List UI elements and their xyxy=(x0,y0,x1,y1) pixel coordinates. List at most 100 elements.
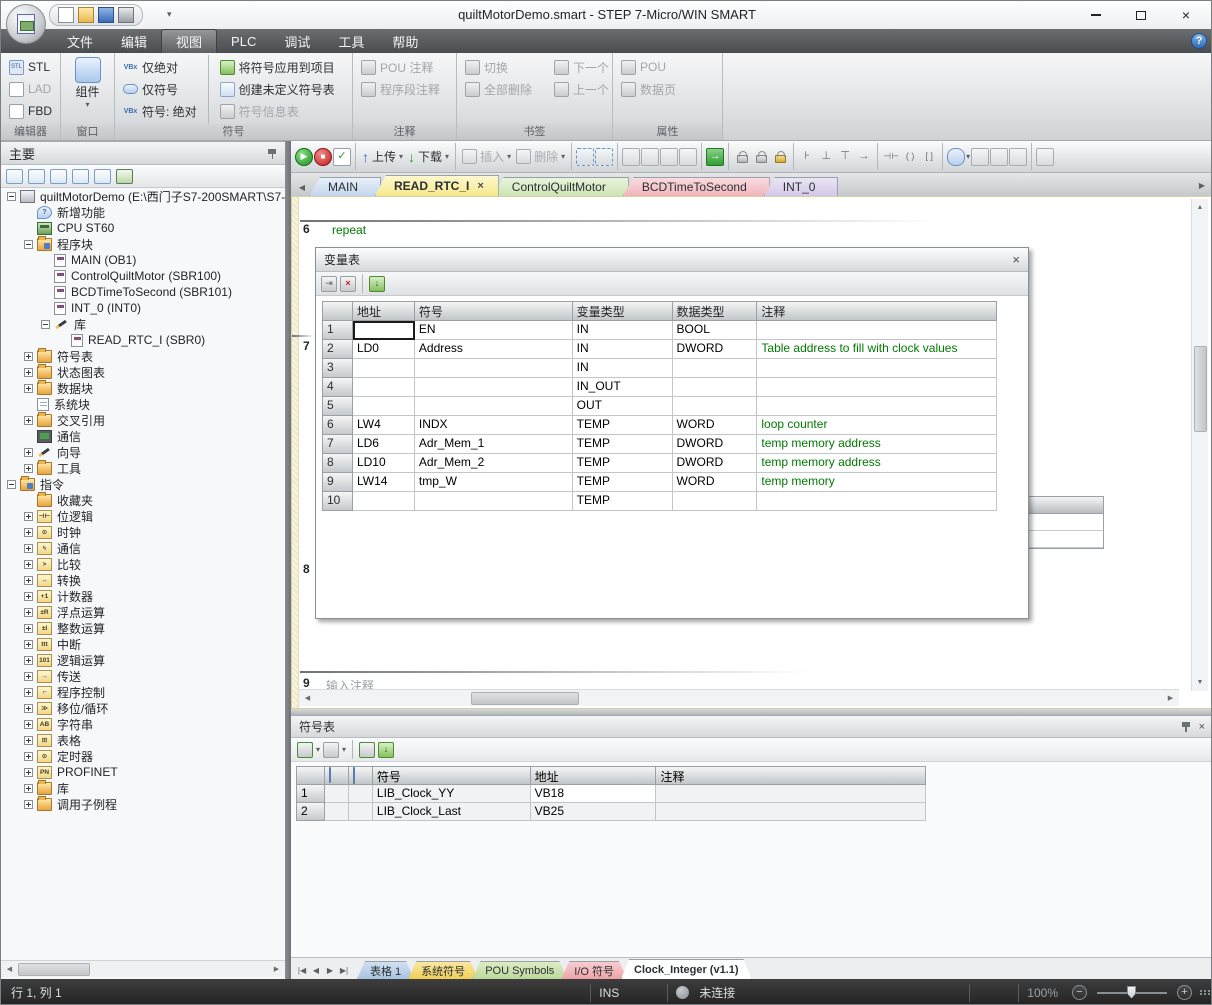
run-button[interactable]: ▶ xyxy=(295,148,313,166)
tree-expander-icon[interactable] xyxy=(24,352,33,361)
tab-close-icon[interactable]: × xyxy=(477,180,483,192)
tree-item[interactable]: BCDTimeToSecond (SBR101) xyxy=(1,284,285,300)
tree-expander-icon[interactable] xyxy=(24,608,33,617)
column-header-symbol[interactable]: 符号 xyxy=(415,302,573,321)
row-number[interactable]: 1 xyxy=(297,785,325,803)
tree-expander-icon[interactable] xyxy=(24,528,33,537)
tree-expander-icon[interactable] xyxy=(24,368,33,377)
symbol-info-table-button[interactable]: 符号信息表 xyxy=(216,100,339,122)
editor-tab[interactable]: BCDTimeToSecond xyxy=(623,177,770,196)
comment-cell[interactable] xyxy=(757,492,997,511)
address-cell[interactable]: LD6 xyxy=(353,435,415,454)
tree-item[interactable]: ⊞ 表格 xyxy=(1,732,285,748)
maximize-button[interactable] xyxy=(1126,7,1156,23)
editor-tab[interactable]: MAIN xyxy=(309,177,381,196)
tree-expander-icon[interactable] xyxy=(24,752,33,761)
tree-item[interactable]: ⊙ 时钟 xyxy=(1,524,285,540)
scroll-left-icon[interactable]: ◀ xyxy=(299,690,316,707)
tree-item[interactable]: ⌐ 程序控制 xyxy=(1,684,285,700)
dialog-close-icon[interactable]: × xyxy=(1012,252,1020,267)
tree-item[interactable]: ±R 浮点运算 xyxy=(1,604,285,620)
bookmark-next-button[interactable]: 下一个 xyxy=(550,56,613,78)
scrollbar-thumb[interactable] xyxy=(1194,346,1207,432)
tree-expander-icon[interactable] xyxy=(24,784,33,793)
clear-bookmarks-icon[interactable] xyxy=(679,148,697,166)
tree-item[interactable]: INT_0 (INT0) xyxy=(1,300,285,316)
pin-icon[interactable] xyxy=(268,148,277,159)
vartype-cell[interactable]: TEMP xyxy=(573,435,673,454)
fbd-button[interactable]: FBD xyxy=(5,100,56,122)
vartype-cell[interactable]: IN xyxy=(573,321,673,340)
network-comment-button[interactable]: 程序段注释 xyxy=(357,78,452,100)
insert-contact-icon[interactable]: ⊣⊢ xyxy=(882,148,900,166)
row-number[interactable]: 2 xyxy=(297,803,325,821)
insert-button[interactable]: 插入▾ xyxy=(460,148,513,165)
scroll-left-icon[interactable]: ◀ xyxy=(1,961,18,978)
symbol-cell[interactable] xyxy=(415,359,573,378)
delete-table-dropdown-icon[interactable]: ▾ xyxy=(342,745,346,754)
tree-item[interactable]: 程序块 xyxy=(1,236,285,252)
comment-cell[interactable]: Table address to fill with clock values xyxy=(757,340,997,359)
delete-row-icon[interactable]: × xyxy=(340,276,356,292)
tree-item[interactable]: 交叉引用 xyxy=(1,412,285,428)
stl-button[interactable]: STLSTL xyxy=(5,56,56,78)
insert-dropdown-icon[interactable]: ▾ xyxy=(507,152,511,161)
download-dropdown-icon[interactable]: ▾ xyxy=(445,152,449,161)
tree-item[interactable]: 指令 xyxy=(1,476,285,492)
new-file-icon[interactable] xyxy=(58,7,74,23)
open-file-icon[interactable] xyxy=(78,7,94,23)
scroll-up-icon[interactable]: ▲ xyxy=(1192,199,1209,216)
symbol-cell[interactable]: Adr_Mem_2 xyxy=(415,454,573,473)
datatype-cell[interactable]: WORD xyxy=(673,416,758,435)
sheet-tab[interactable]: POU Symbols xyxy=(472,961,567,979)
comment-cell[interactable] xyxy=(757,378,997,397)
symbol-cell[interactable]: tmp_W xyxy=(415,473,573,492)
tree-item[interactable]: ? 新增功能 xyxy=(1,204,285,220)
tree-expander-icon[interactable] xyxy=(24,768,33,777)
datatype-cell[interactable]: BOOL xyxy=(673,321,758,340)
editor-tab[interactable]: INT_0 xyxy=(764,177,839,196)
bookmark-remove-all-button[interactable]: 全部删除 xyxy=(461,78,536,100)
tree-expander-icon[interactable] xyxy=(24,464,33,473)
column-header-comment[interactable]: 注释 xyxy=(757,302,997,321)
tree-item[interactable]: ttt 中断 xyxy=(1,636,285,652)
bookmark-toggle-button[interactable]: 切换 xyxy=(461,56,536,78)
row-number[interactable]: 9 xyxy=(323,473,353,492)
insert-wire-up-icon[interactable]: ⊤ xyxy=(836,148,854,166)
tree-item[interactable]: ↔ 转换 xyxy=(1,572,285,588)
help-icon[interactable]: ? xyxy=(1191,33,1207,49)
tree-item[interactable]: MAIN (OB1) xyxy=(1,252,285,268)
tree-expander-icon[interactable] xyxy=(24,240,33,249)
network-comment-toggle-icon[interactable] xyxy=(1009,148,1027,166)
bookmark-previous-button[interactable]: 上一个 xyxy=(550,78,613,100)
apply-changes-icon[interactable]: ↓ xyxy=(369,276,385,292)
toggle-addressing-icon[interactable] xyxy=(947,148,965,166)
tree-item[interactable]: 符号表 xyxy=(1,348,285,364)
tree-item[interactable]: ±I 整数运算 xyxy=(1,620,285,636)
insert-branch-down-icon[interactable]: ⊥ xyxy=(817,148,835,166)
datatype-cell[interactable] xyxy=(673,397,758,416)
tree-item[interactable]: PN PROFINET xyxy=(1,764,285,780)
row-number[interactable]: 10 xyxy=(323,492,353,511)
data-page-button[interactable]: 数据页 xyxy=(617,78,718,100)
zoom-slider-thumb[interactable] xyxy=(1127,986,1136,999)
tree-item[interactable]: 库 xyxy=(1,780,285,796)
vartype-cell[interactable]: IN_OUT xyxy=(573,378,673,397)
tree-item[interactable]: → 传送 xyxy=(1,668,285,684)
address-cell[interactable]: VB18 xyxy=(531,785,657,803)
column-header-address[interactable]: 地址 xyxy=(531,767,657,785)
datatype-cell[interactable]: DWORD xyxy=(673,340,758,359)
symbol-cell[interactable]: LIB_Clock_YY xyxy=(373,785,531,803)
symbol-cell[interactable] xyxy=(415,378,573,397)
symbolic-absolute-button[interactable]: VBx符号: 绝对 xyxy=(119,100,201,122)
pou-properties-button[interactable]: POU xyxy=(617,56,718,78)
panel-close-icon[interactable]: × xyxy=(1199,721,1205,733)
delete-button[interactable]: 删除▾ xyxy=(514,148,567,165)
program-status-icon[interactable]: → xyxy=(706,148,724,166)
select-all-networks-icon[interactable] xyxy=(595,148,613,166)
scrollbar-thumb[interactable] xyxy=(18,963,90,976)
symbol-cell[interactable]: LIB_Clock_Last xyxy=(373,803,531,821)
tree-item[interactable]: 向导 xyxy=(1,444,285,460)
comment-cell[interactable] xyxy=(757,397,997,416)
tree-item[interactable]: 调用子例程 xyxy=(1,796,285,812)
